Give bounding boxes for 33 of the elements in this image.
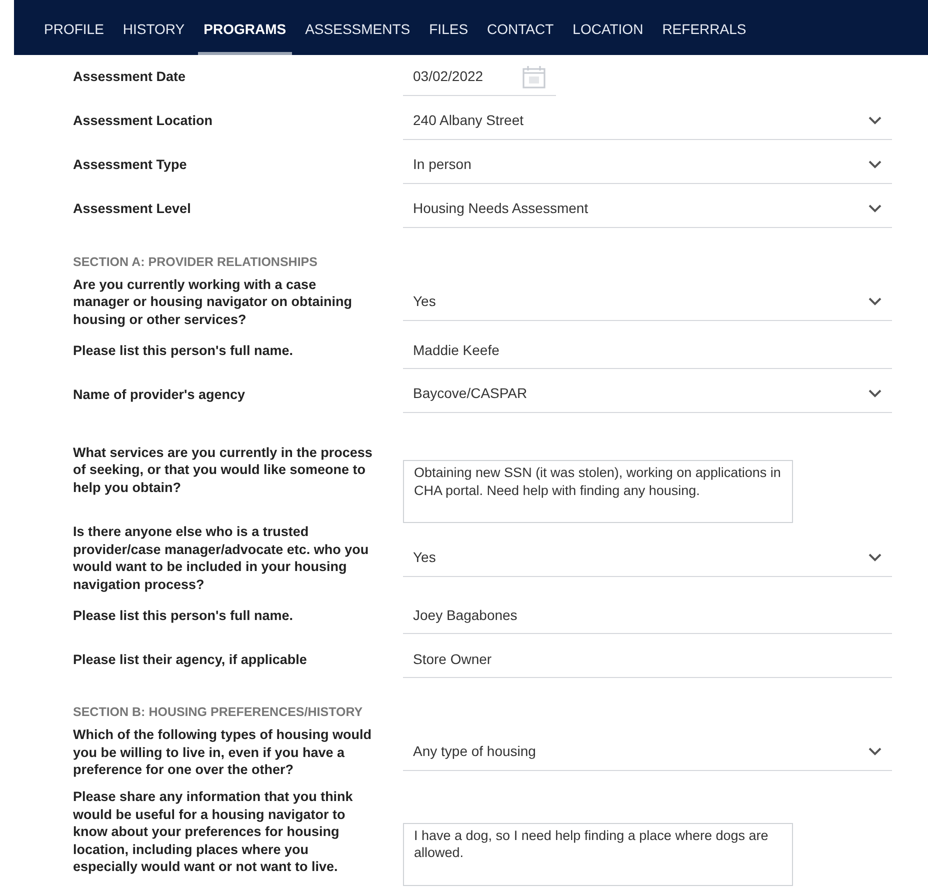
field-label: What services are you currently in the process of seeking, or that you would like someone to help you obtain?: [73, 444, 374, 496]
chevron-down-icon: [868, 204, 882, 213]
field-label: Please list this person's full name.: [73, 342, 294, 359]
nav-tab[interactable]: PROGRAMS: [198, 0, 292, 55]
field-label: Are you currently working with a case manager or housing navigator on obtaining housing or other services?: [73, 276, 354, 328]
nav-tab[interactable]: LOCATION: [572, 0, 644, 55]
text-area[interactable]: I have a dog, so I need help finding a place where dogs are allowed.: [403, 822, 793, 886]
calendar-icon[interactable]: [522, 64, 546, 88]
field-label: Name of provider's agency: [73, 386, 246, 403]
chevron-down-icon: [868, 160, 882, 169]
field-label: Assessment Type: [73, 156, 188, 174]
field-label: Assessment Location: [73, 112, 214, 130]
nav-tab[interactable]: REFERRALS: [662, 0, 746, 55]
nav-tab[interactable]: FILES: [429, 0, 468, 55]
chevron-down-icon: [868, 297, 882, 306]
field-label: Is there anyone else who is a trusted provider/case manager/advocate etc. who you would want to be included in your housing navigation process?: [73, 523, 370, 594]
section-heading: SECTION B: HOUSING PREFERENCES/HISTORY: [73, 704, 363, 722]
nav-tab[interactable]: ASSESSMENTS: [305, 0, 410, 55]
nav-tab[interactable]: HISTORY: [122, 0, 185, 55]
chevron-down-icon: [868, 389, 882, 398]
field-label: Which of the following types of housing would you be willing to live in, even if you have a preference for one over the other?: [73, 726, 372, 778]
field-label: Please list this person's full name.: [73, 606, 294, 624]
section-heading: SECTION A: PROVIDER RELATIONSHIPS: [73, 254, 318, 271]
field-label: Please list their agency, if applicable: [73, 650, 308, 668]
field-label: Please share any information that you think would be useful for a housing navigator to know about your preferences for housing location, including places where you especially would want or not want to live.: [73, 788, 354, 876]
chevron-down-icon: [868, 116, 882, 125]
field-label: Assessment Date: [73, 68, 187, 86]
nav-tab[interactable]: PROFILE: [44, 0, 104, 55]
chevron-down-icon: [868, 747, 882, 756]
chevron-down-icon: [868, 553, 882, 562]
nav-tab[interactable]: CONTACT: [487, 0, 554, 55]
text-area[interactable]: Obtaining new SSN (it was stolen), working on applications in CHA portal. Need help with finding any housing.: [403, 460, 793, 524]
field-label: Assessment Level: [73, 200, 192, 218]
